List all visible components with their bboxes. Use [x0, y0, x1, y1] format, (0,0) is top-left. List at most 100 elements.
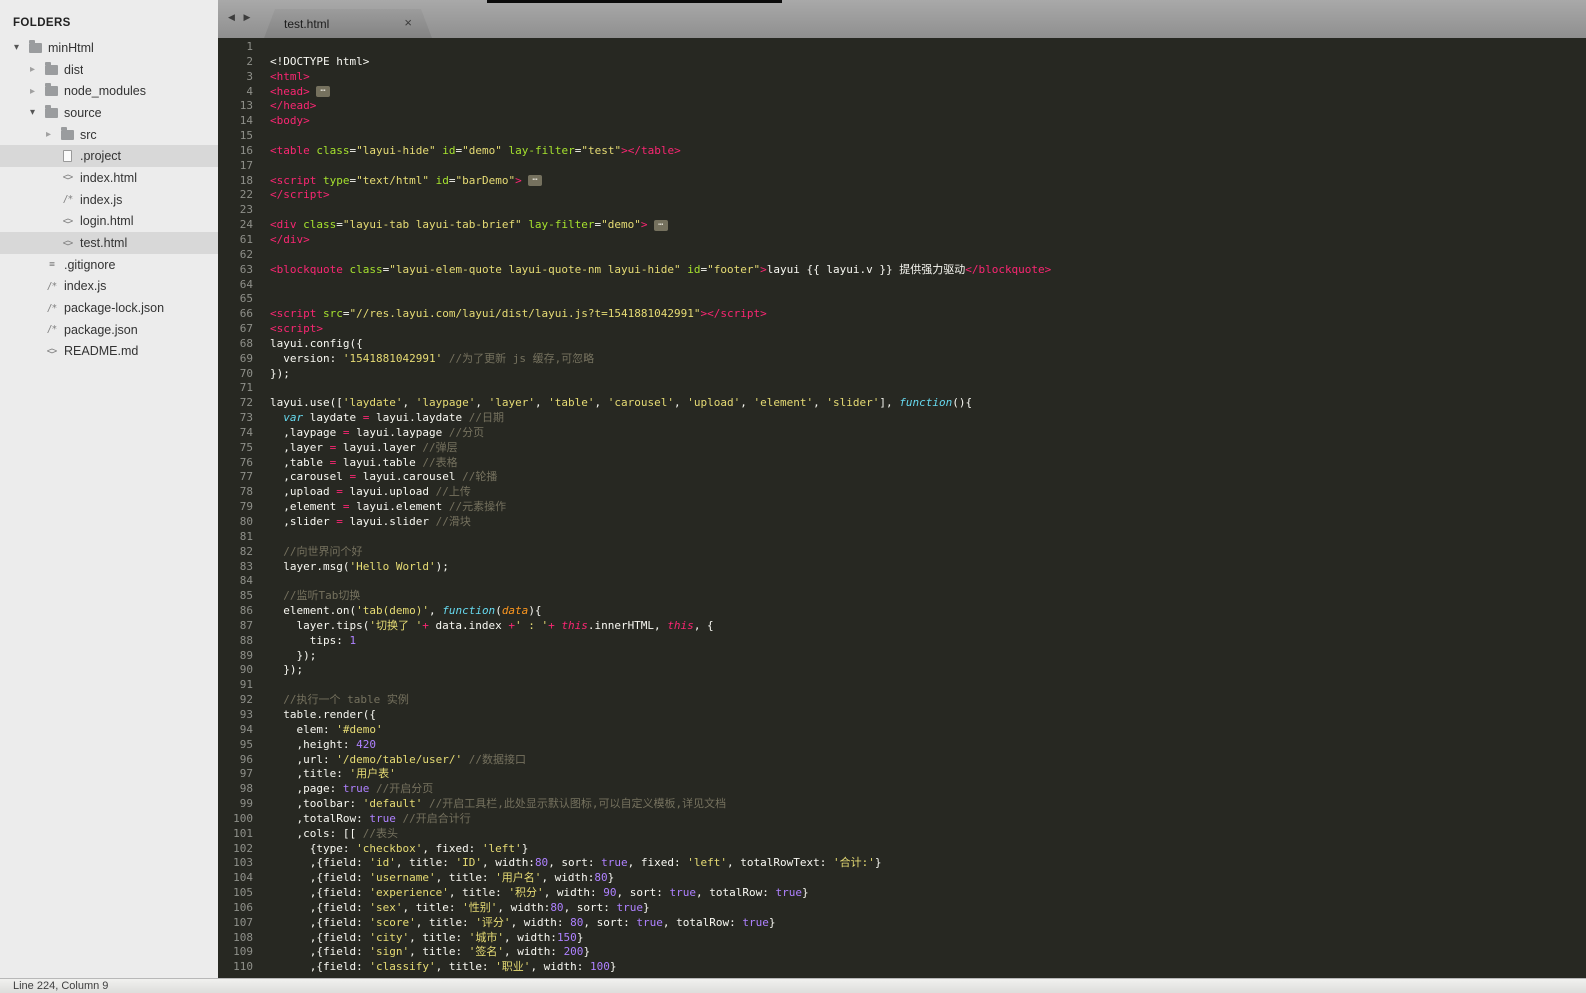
code-line[interactable]: 104 ,{field: 'username', title: '用户名', w…: [218, 871, 1586, 886]
code-line[interactable]: 92 //执行一个 table 实例: [218, 693, 1586, 708]
line-number: 67: [239, 322, 253, 336]
fold-marker[interactable]: ⋯: [316, 86, 330, 98]
code-area[interactable]: 1 2 <!DOCTYPE html> 3 <html> 4 <head> ⋯ 13 </hea…: [218, 38, 1586, 993]
file-item-package.json[interactable]: /* package.json: [0, 319, 218, 341]
code-line[interactable]: 24 <div class="layui-tab layui-tab-brief"…: [218, 218, 1586, 233]
code-text: <body>: [270, 114, 310, 128]
code-line[interactable]: 61 </div>: [218, 233, 1586, 248]
line-number: 70: [239, 366, 253, 380]
code-line[interactable]: 2 <!DOCTYPE html>: [218, 55, 1586, 70]
tab-close-icon[interactable]: ×: [404, 15, 412, 30]
code-line[interactable]: 95 ,height: 420: [218, 738, 1586, 753]
code-line[interactable]: 67 <script>: [218, 322, 1586, 337]
code-line[interactable]: 18 <script type="text/html" id="barDemo">…: [218, 174, 1586, 189]
code-line[interactable]: 63 <blockquote class="layui-elem-quote la…: [218, 263, 1586, 278]
code-line[interactable]: 65: [218, 292, 1586, 307]
code-line[interactable]: 106 ,{field: 'sex', title: '性别', width:8…: [218, 901, 1586, 916]
collapse-arrow-icon[interactable]: ▾: [14, 42, 27, 53]
code-line[interactable]: 96 ,url: '/demo/table/user/' //数据接口: [218, 753, 1586, 768]
code-line[interactable]: 79 ,element = layui.element //元素操作: [218, 500, 1586, 515]
folder-item-node_modules[interactable]: ▸ node_modules: [0, 80, 218, 102]
fold-marker[interactable]: ⋯: [528, 175, 542, 187]
code-line[interactable]: 100 ,totalRow: true //开启合计行: [218, 812, 1586, 827]
code-line[interactable]: 84: [218, 574, 1586, 589]
code-line[interactable]: 3 <html>: [218, 70, 1586, 85]
code-line[interactable]: 98 ,page: true //开启分页: [218, 782, 1586, 797]
code-line[interactable]: 14 <body>: [218, 114, 1586, 129]
code-line[interactable]: 22 </script>: [218, 188, 1586, 203]
code-line[interactable]: 70});: [218, 367, 1586, 382]
code-text: ,{field: 'city', title: '城市', width:150}: [270, 930, 584, 944]
code-line[interactable]: 17: [218, 159, 1586, 174]
file-item-package-lock.json[interactable]: /* package-lock.json: [0, 297, 218, 319]
code-line[interactable]: 80 ,slider = layui.slider //滑块: [218, 515, 1586, 530]
nav-forward-button[interactable]: ▶: [243, 12, 250, 22]
code-line[interactable]: 102 {type: 'checkbox', fixed: 'left'}: [218, 842, 1586, 857]
code-line[interactable]: 99 ,toolbar: 'default' //开启工具栏,此处显示默认图标,…: [218, 797, 1586, 812]
code-line[interactable]: 103 ,{field: 'id', title: 'ID', width:80…: [218, 856, 1586, 871]
file-item-.gitignore[interactable]: ≡ .gitignore: [0, 254, 218, 276]
folders-header: FOLDERS: [13, 17, 71, 29]
code-line[interactable]: 85 //监听Tab切换: [218, 589, 1586, 604]
code-line[interactable]: 64: [218, 278, 1586, 293]
code-line[interactable]: 87 layer.tips('切换了 '+ data.index +' : '+…: [218, 619, 1586, 634]
expand-arrow-icon[interactable]: ▸: [30, 86, 43, 97]
folder-item-dist[interactable]: ▸ dist: [0, 59, 218, 81]
expand-arrow-icon[interactable]: ▸: [46, 129, 59, 140]
code-line[interactable]: 89 });: [218, 649, 1586, 664]
code-line[interactable]: 82 //向世界问个好: [218, 545, 1586, 560]
code-line[interactable]: 86 element.on('tab(demo)', function(data…: [218, 604, 1586, 619]
code-line[interactable]: 94 elem: '#demo': [218, 723, 1586, 738]
code-line[interactable]: 4 <head> ⋯: [218, 85, 1586, 100]
code-line[interactable]: 78 ,upload = layui.upload //上传: [218, 485, 1586, 500]
code-line[interactable]: 75 ,layer = layui.layer //弹层: [218, 441, 1586, 456]
code-line[interactable]: 72 layui.use(['laydate', 'laypage', 'laye…: [218, 396, 1586, 411]
editor: ◀ ▶ test.html × 1 2 <!DOCTYPE html> 3 <html>…: [218, 0, 1586, 993]
folder-item-src[interactable]: ▸ src: [0, 124, 218, 146]
code-line[interactable]: 91: [218, 678, 1586, 693]
file-item-login.html[interactable]: <> login.html: [0, 211, 218, 233]
code-line[interactable]: 108 ,{field: 'city', title: '城市', width:…: [218, 931, 1586, 946]
code-line[interactable]: 15: [218, 129, 1586, 144]
code-line[interactable]: 83 layer.msg('Hello World');: [218, 560, 1586, 575]
code-line[interactable]: 88 tips: 1: [218, 634, 1586, 649]
code-line[interactable]: 74 ,laypage = layui.laypage //分页: [218, 426, 1586, 441]
code-line[interactable]: 73 var laydate = layui.laydate //日期: [218, 411, 1586, 426]
code-line[interactable]: 101 ,cols: [[ //表头: [218, 827, 1586, 842]
code-line[interactable]: 62: [218, 248, 1586, 263]
folder-item-source[interactable]: ▾ source: [0, 102, 218, 124]
file-item-README.md[interactable]: <> README.md: [0, 341, 218, 363]
code-text: layer.tips('切换了 '+ data.index +' : '+ th…: [270, 618, 714, 632]
code-line[interactable]: 71: [218, 381, 1586, 396]
code-line[interactable]: 110 ,{field: 'classify', title: '职业', wi…: [218, 960, 1586, 975]
code-line[interactable]: 1: [218, 40, 1586, 55]
code-line[interactable]: 13 </head>: [218, 99, 1586, 114]
file-item-index.js[interactable]: /* index.js: [0, 189, 218, 211]
code-line[interactable]: 16 <table class="layui-hide" id="demo" la…: [218, 144, 1586, 159]
code-line[interactable]: 105 ,{field: 'experience', title: '积分', …: [218, 886, 1586, 901]
code-line[interactable]: 76 ,table = layui.table //表格: [218, 456, 1586, 471]
file-item-index.html[interactable]: <> index.html: [0, 167, 218, 189]
line-number: 94: [239, 722, 253, 736]
code-line[interactable]: 109 ,{field: 'sign', title: '签名', width:…: [218, 945, 1586, 960]
expand-arrow-icon[interactable]: ▸: [30, 64, 43, 75]
tab-test-html[interactable]: test.html ×: [264, 9, 432, 38]
code-line[interactable]: 23: [218, 203, 1586, 218]
fold-marker[interactable]: ⋯: [654, 219, 668, 231]
code-line[interactable]: 68 layui.config({: [218, 337, 1586, 352]
file-item-.project[interactable]: .project: [0, 145, 218, 168]
file-item-test.html[interactable]: <> test.html: [0, 232, 218, 254]
collapse-arrow-icon[interactable]: ▾: [30, 107, 43, 118]
code-line[interactable]: 107 ,{field: 'score', title: '评分', width…: [218, 916, 1586, 931]
code-line[interactable]: 77 ,carousel = layui.carousel //轮播: [218, 470, 1586, 485]
file-item-index.js[interactable]: /* index.js: [0, 276, 218, 298]
code-line[interactable]: 81: [218, 530, 1586, 545]
nav-back-button[interactable]: ◀: [228, 12, 235, 22]
code-line[interactable]: 90 });: [218, 663, 1586, 678]
code-line[interactable]: 93 table.render({: [218, 708, 1586, 723]
code-line[interactable]: 69 version: '1541881042991' //为了更新 js 缓存…: [218, 352, 1586, 367]
folder-item-minHtml[interactable]: ▾ minHtml: [0, 37, 218, 59]
code-line[interactable]: 66 <script src="//res.layui.com/layui/dis…: [218, 307, 1586, 322]
code-line[interactable]: 97 ,title: '用户表': [218, 767, 1586, 782]
